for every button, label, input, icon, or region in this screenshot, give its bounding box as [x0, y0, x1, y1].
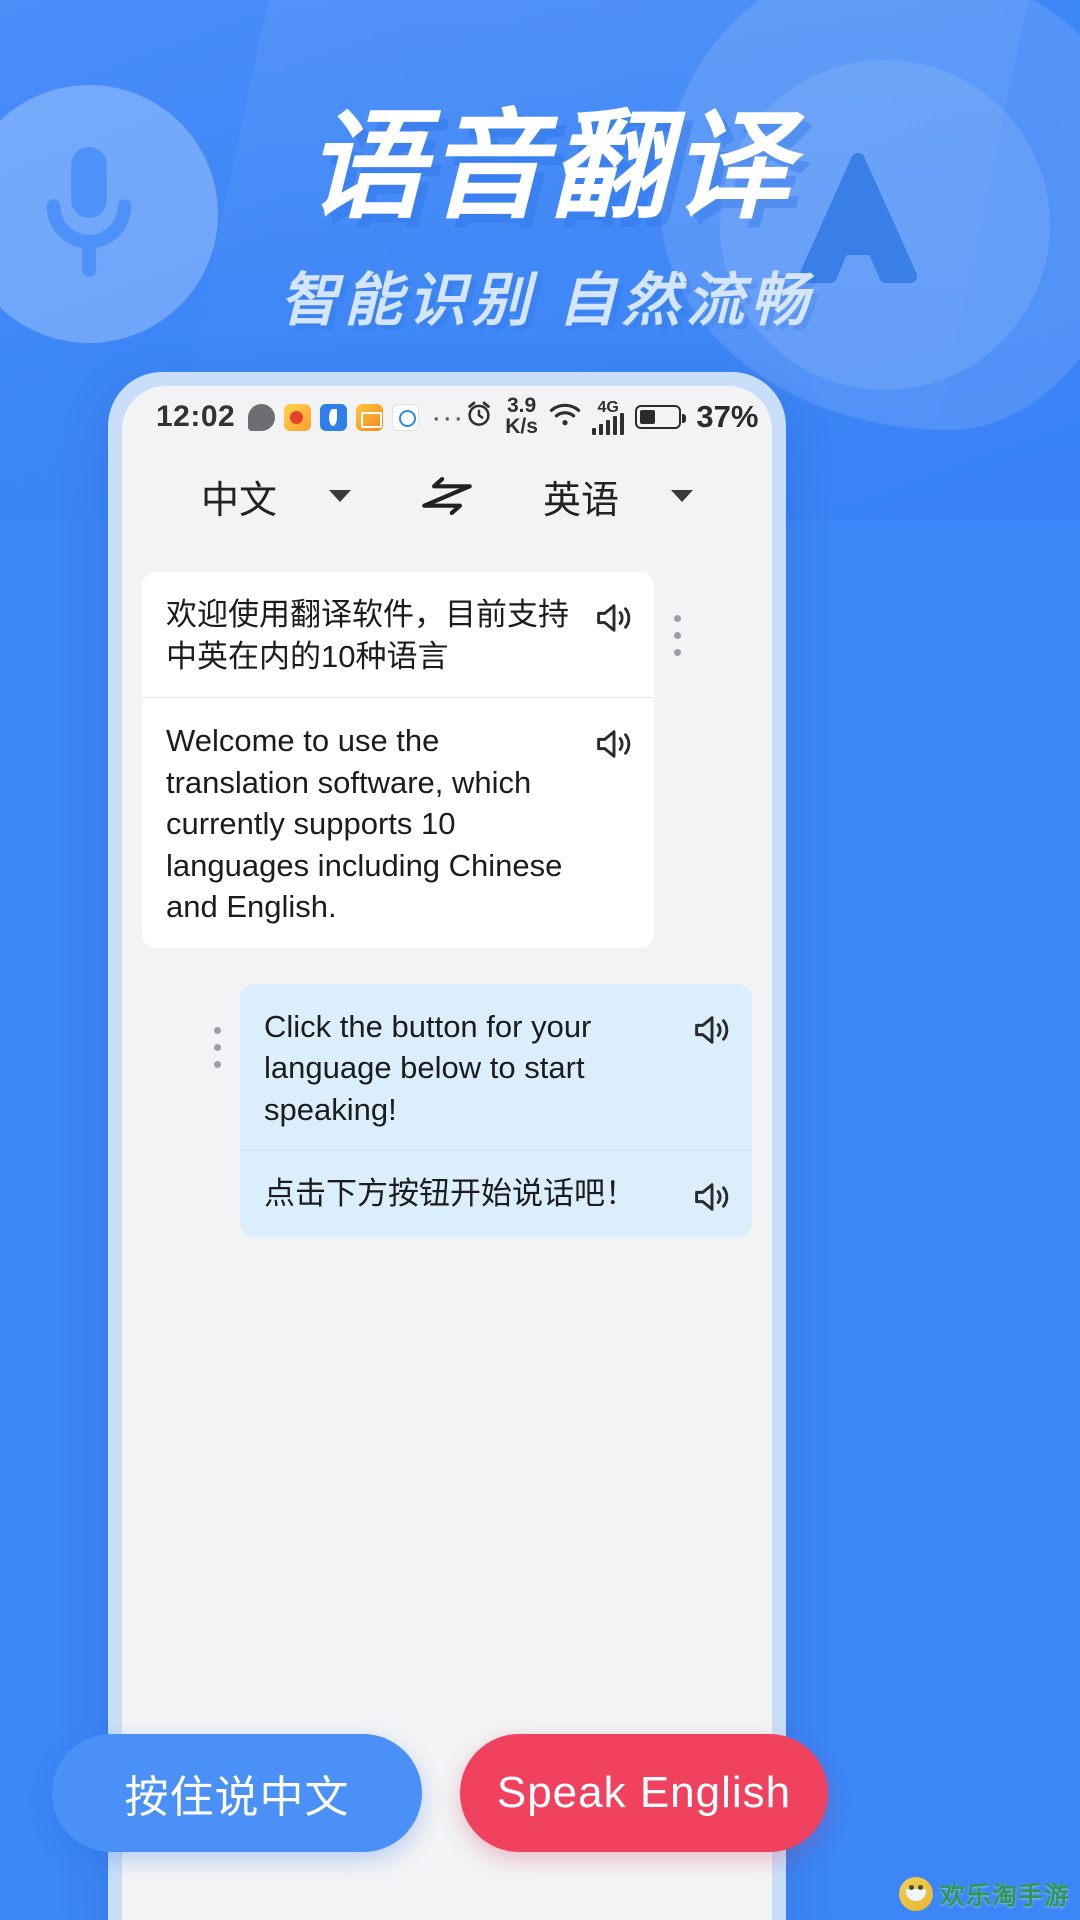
network-type-indicator: 4G: [591, 399, 625, 435]
target-language-selector[interactable]: 英语: [490, 469, 746, 524]
status-bar: 12:02 ··· 3.9 K/s 4G 37%: [122, 386, 772, 448]
conversation-list: 欢迎使用翻译软件，目前支持中英在内的10种语言 Welcome to use t…: [122, 544, 772, 1920]
message-segment: Welcome to use the translation software,…: [142, 697, 654, 948]
search-bubble-icon: [392, 403, 420, 431]
phone-mockup: 12:02 ··· 3.9 K/s 4G 37% 中文 英语 欢迎使用翻译软件，…: [108, 372, 786, 1920]
speaker-icon[interactable]: [594, 724, 634, 764]
wifi-icon: [549, 401, 581, 434]
status-time: 12:02: [156, 400, 236, 433]
message-text: Welcome to use the translation software,…: [166, 723, 563, 925]
smiley-logo-icon: [898, 1877, 933, 1911]
battery-percent: 37%: [696, 399, 759, 434]
network-speed-value: 3.9: [506, 394, 537, 418]
speak-chinese-button[interactable]: 按住说中文: [52, 1734, 422, 1852]
message-row: Click the button for your language below…: [142, 983, 752, 1238]
blue-app-icon: [320, 403, 348, 431]
network-speed-unit: K/s: [505, 415, 538, 438]
signal-bars-icon: [591, 412, 625, 435]
message-text: Click the button for your language below…: [264, 1008, 592, 1127]
speak-english-button[interactable]: Speak English: [460, 1734, 828, 1852]
network-speed: 3.9 K/s: [505, 394, 538, 438]
kebab-menu-icon[interactable]: [194, 984, 240, 1073]
message-segment: 欢迎使用翻译软件，目前支持中英在内的10种语言: [142, 572, 654, 697]
speaker-icon[interactable]: [692, 1177, 732, 1217]
source-language-selector[interactable]: 中文: [148, 469, 404, 524]
message-bubble[interactable]: 欢迎使用翻译软件，目前支持中英在内的10种语言 Welcome to use t…: [142, 572, 654, 948]
language-bar: 中文 英语: [122, 448, 772, 544]
message-text: 点击下方按钮开始说话吧！: [264, 1176, 636, 1212]
speaker-icon[interactable]: [594, 598, 634, 638]
phone-screen: 12:02 ··· 3.9 K/s 4G 37% 中文 英语 欢迎使用翻译软件，…: [122, 386, 772, 1920]
weibo-icon: [284, 403, 312, 431]
swap-languages-button[interactable]: [404, 475, 490, 517]
message-segment: Click the button for your language below…: [240, 984, 752, 1151]
status-overflow-icon: ···: [431, 400, 465, 434]
source-language-label: 中文: [200, 479, 277, 522]
kebab-menu-icon[interactable]: [654, 572, 700, 661]
status-bar-right: 3.9 K/s 4G 37%: [464, 394, 759, 438]
chevron-down-icon: [671, 490, 693, 502]
message-row: 欢迎使用翻译软件，目前支持中英在内的10种语言 Welcome to use t…: [142, 572, 752, 948]
message-bubble[interactable]: Click the button for your language below…: [240, 983, 752, 1238]
message-segment: 点击下方按钮开始说话吧！: [240, 1150, 752, 1237]
chevron-down-icon: [329, 490, 351, 502]
alarm-clock-icon: [464, 399, 494, 436]
watermark: 欢乐淘手游: [898, 1876, 1070, 1912]
chat-icon: [248, 403, 276, 431]
page-title: 语音翻译: [305, 101, 794, 233]
page-subtitle: 智能识别 自然流畅: [279, 268, 815, 333]
message-text: 欢迎使用翻译软件，目前支持中英在内的10种语言: [166, 597, 569, 674]
speaker-icon[interactable]: [692, 1010, 732, 1050]
target-language-label: 英语: [542, 479, 619, 522]
status-bar-left: 12:02 ···: [156, 400, 464, 434]
watermark-text: 欢乐淘手游: [939, 1882, 1070, 1910]
mail-icon: [356, 403, 384, 431]
battery-icon: [635, 405, 687, 429]
